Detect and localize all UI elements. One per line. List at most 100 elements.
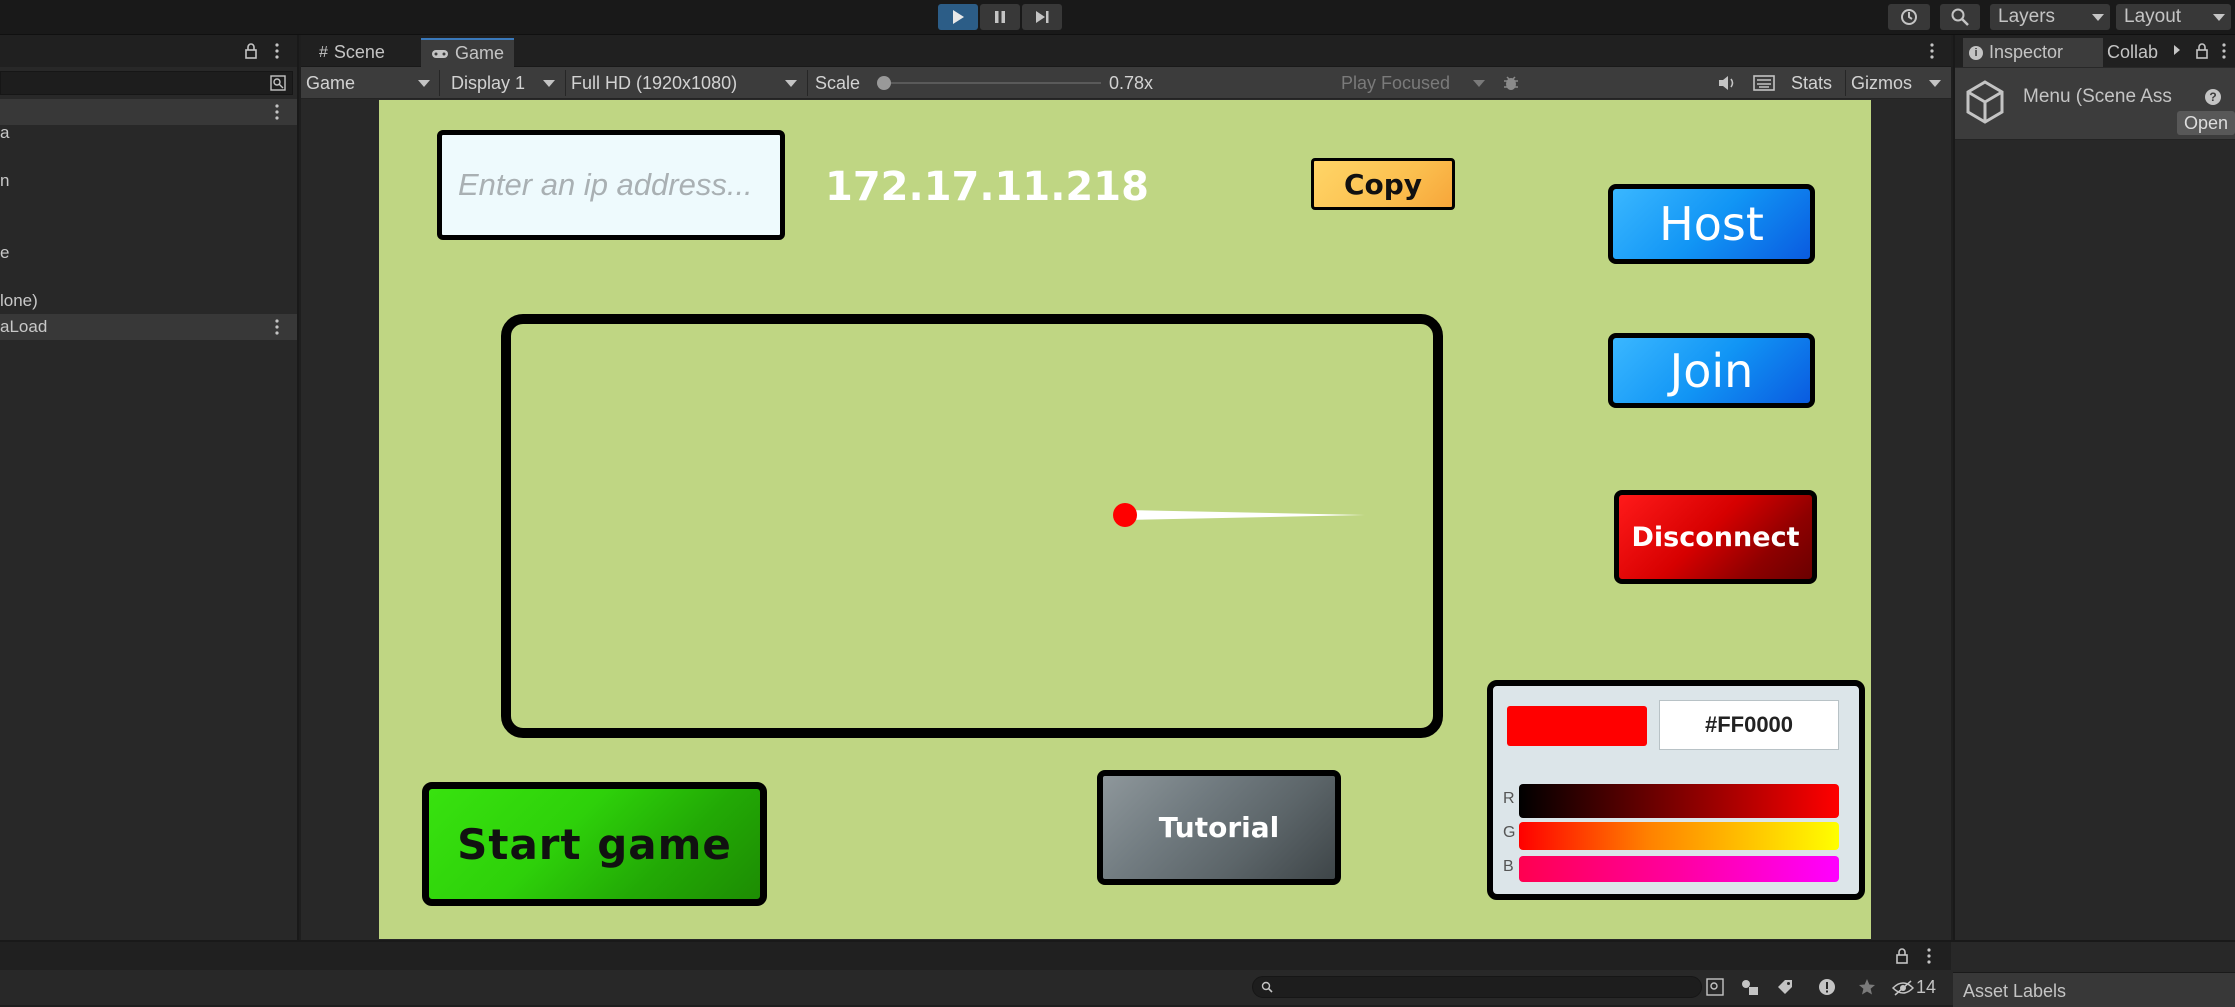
history-icon [1901,9,1917,25]
tab-scene[interactable]: # Scene [309,38,395,67]
hierarchy-tab-bar [0,35,297,67]
tutorial-button-label: Tutorial [1158,811,1280,844]
play-button[interactable] [938,4,978,30]
search-icon [1261,981,1273,993]
step-button[interactable] [1022,4,1062,30]
hierarchy-item[interactable]: n [0,171,9,191]
b-label: B [1503,858,1514,875]
separator [1845,70,1846,96]
scale-slider-handle[interactable] [877,76,891,90]
host-button[interactable]: Host [1608,184,1815,264]
hex-input[interactable]: #FF0000 [1659,700,1839,750]
hex-value: #FF0000 [1704,712,1794,737]
history-button[interactable] [1888,4,1930,30]
more-vert-icon[interactable] [274,43,280,59]
tab-game[interactable]: Game [421,38,515,67]
view-tabs: # Scene Game [301,35,1951,67]
filter-icon[interactable] [1706,978,1724,996]
lock-icon[interactable] [244,43,258,59]
dontdestroyonload-row[interactable]: aLoad [0,314,297,340]
more-vert-icon[interactable] [1926,948,1932,964]
hierarchy-search-input[interactable] [0,71,293,95]
layout-label: Layout [2124,6,2182,27]
player-dot [1113,503,1137,527]
chevron-down-icon [1929,80,1941,87]
disconnect-button[interactable]: Disconnect [1614,490,1817,584]
gizmos-label: Gizmos [1851,72,1913,93]
scale-value: 0.78x [1109,72,1154,93]
step-icon [1036,11,1049,23]
chevron-down-icon [2213,14,2225,21]
display-label: Display 1 [451,72,526,93]
tab-game-label: Game [455,43,505,63]
tab-collab[interactable]: Collab [2107,42,2158,63]
layers-label: Layers [1998,6,2056,27]
label-icon[interactable] [1776,978,1794,996]
main-toolbar: Layers Layout [0,0,2235,35]
pause-button[interactable] [980,4,1020,30]
b-slider[interactable] [1519,856,1839,882]
scene-header-row[interactable] [0,99,297,125]
r-slider[interactable] [1519,784,1839,818]
host-button-label: Host [1659,197,1764,251]
stats-button[interactable]: Stats [1791,70,1832,96]
chevron-down-icon [418,80,430,87]
info-icon: i [1969,45,1983,60]
lock-icon[interactable] [1895,948,1909,964]
inspector-header: Menu (Scene Ass ? Open [1955,68,2235,140]
ip-address-input[interactable]: Enter an ip address... [437,130,785,240]
console-panel: 14 Asset Labels [0,940,2235,1007]
type-filter-icon[interactable] [1740,978,1760,996]
chevron-down-icon [785,80,797,87]
keyboard-icon[interactable] [1753,74,1775,92]
hierarchy-panel: a n e lone) aLoad [0,35,299,940]
lock-icon[interactable] [2195,43,2209,59]
display-dropdown[interactable]: Display 1 [451,70,561,96]
layers-dropdown[interactable]: Layers [1990,4,2110,30]
g-label: G [1503,824,1516,841]
r-label: R [1503,790,1515,807]
audio-icon[interactable] [1717,74,1737,92]
more-vert-icon[interactable] [274,104,280,120]
console-search-input[interactable] [1252,976,1702,998]
resolution-dropdown[interactable]: Full HD (1920x1080) [571,70,803,96]
search-icon [1951,8,1969,26]
more-vert-icon[interactable] [274,319,280,335]
scale-label: Scale [815,72,861,93]
color-swatch [1507,706,1647,746]
g-slider[interactable] [1519,822,1839,850]
hierarchy-item[interactable]: a [0,123,9,143]
chevron-right-icon[interactable] [2173,44,2181,56]
warning-icon[interactable] [1818,978,1836,996]
copy-button[interactable]: Copy [1311,158,1455,210]
asset-labels-title: Asset Labels [1963,981,2067,1001]
hierarchy-item[interactable]: e [0,243,9,263]
search-button[interactable] [1940,4,1980,30]
play-icon [953,10,964,24]
bug-icon[interactable] [1501,73,1521,93]
layout-dropdown[interactable]: Layout [2116,4,2231,30]
tab-inspector[interactable]: i Inspector [1963,38,2103,67]
search-scope-icon[interactable] [270,75,286,91]
more-vert-icon[interactable] [1929,43,1935,59]
chevron-down-icon [543,80,555,87]
separator [439,70,440,96]
view-dropdown[interactable]: Game [306,70,436,96]
game-viewport[interactable]: Enter an ip address... 172.17.11.218 Cop… [379,100,1871,939]
play-mode-dropdown[interactable]: Play Focused [1341,70,1491,96]
gizmos-dropdown[interactable]: Gizmos [1851,70,1947,96]
tutorial-button[interactable]: Tutorial [1097,770,1341,885]
hidden-eye-icon[interactable] [1892,980,1914,996]
scale-slider-track[interactable] [881,82,1101,84]
hierarchy-item[interactable]: lone) [0,291,38,311]
star-icon[interactable] [1858,978,1876,996]
separator [565,70,566,96]
start-game-button[interactable]: Start game [422,782,767,906]
more-vert-icon[interactable] [2221,43,2227,59]
open-button[interactable]: Open [2177,111,2235,135]
start-game-button-label: Start game [457,819,732,869]
copy-button-label: Copy [1343,167,1423,201]
player-trail [1125,510,1365,520]
join-button[interactable]: Join [1608,333,1815,408]
help-icon[interactable]: ? [2205,89,2221,105]
